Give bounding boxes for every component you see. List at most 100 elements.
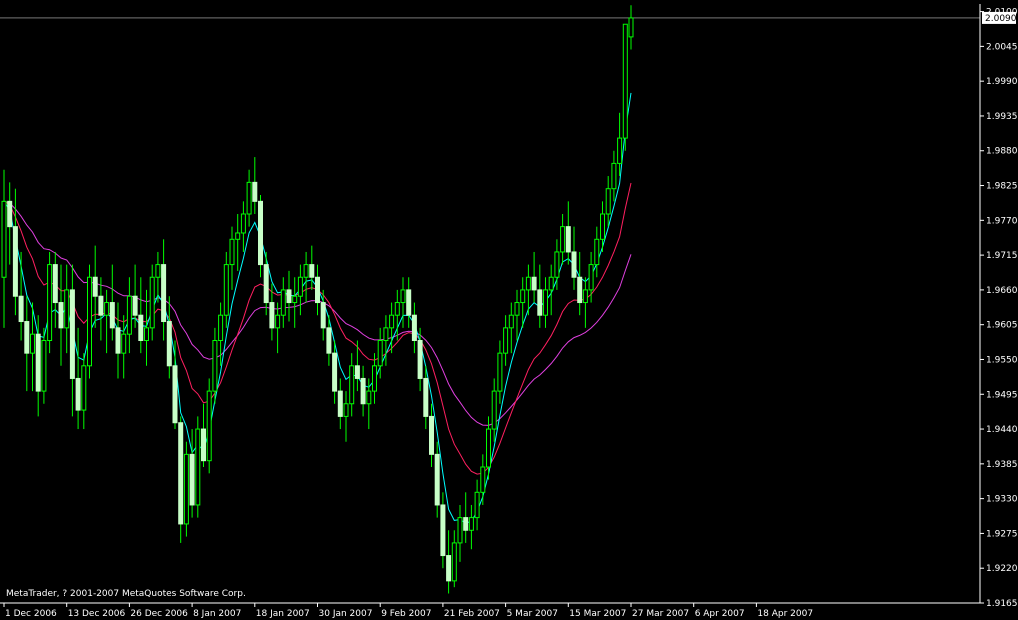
candle-body bbox=[548, 276, 554, 291]
candle-body bbox=[514, 302, 520, 316]
candle-body bbox=[263, 264, 269, 304]
candle-body bbox=[520, 289, 526, 304]
candle-body bbox=[377, 340, 383, 367]
candle-body bbox=[87, 276, 92, 367]
candle-body bbox=[417, 340, 423, 379]
candle-body bbox=[588, 264, 594, 291]
candle-body bbox=[577, 276, 583, 304]
time-tick-label: 18 Jan 2007 bbox=[256, 609, 310, 619]
candle-body bbox=[189, 453, 195, 506]
candle-body bbox=[605, 188, 611, 215]
candle-body bbox=[115, 327, 121, 354]
candle-body bbox=[172, 365, 178, 424]
candle-body bbox=[332, 352, 338, 392]
time-tick-label: 27 Mar 2007 bbox=[632, 609, 689, 619]
candle-body bbox=[383, 327, 389, 342]
candle-body bbox=[337, 390, 343, 417]
candle-body bbox=[366, 390, 372, 405]
candle-body bbox=[389, 314, 395, 329]
candle-body bbox=[565, 226, 571, 253]
price-tick-label: 1.9715 bbox=[986, 251, 1018, 261]
candle-body bbox=[155, 264, 161, 278]
price-tick-label: 1.9385 bbox=[986, 460, 1018, 470]
candle-body bbox=[560, 226, 566, 253]
price-tick-label: 1.9495 bbox=[986, 390, 1018, 400]
candle-body bbox=[617, 137, 623, 164]
candle-body bbox=[372, 365, 377, 392]
chart-window: 2.01002.00451.99901.99351.98801.98251.97… bbox=[0, 0, 1018, 620]
candle-body bbox=[229, 238, 235, 266]
candle-body bbox=[144, 327, 149, 342]
candle-body bbox=[400, 289, 406, 304]
candle-body bbox=[434, 453, 440, 506]
candle-body bbox=[149, 276, 155, 329]
time-tick-label: 30 Jan 2007 bbox=[319, 609, 373, 619]
candle-body bbox=[611, 162, 617, 190]
candle-body bbox=[497, 352, 503, 392]
time-tick-label: 6 Apr 2007 bbox=[695, 609, 745, 619]
candle-body bbox=[474, 491, 480, 519]
candle-body bbox=[594, 238, 600, 266]
candle-body bbox=[457, 517, 463, 544]
candlestick-chart: 2.01002.00451.99901.99351.98801.98251.97… bbox=[0, 0, 1018, 620]
candle-body bbox=[468, 517, 474, 531]
time-tick-label: 21 Feb 2007 bbox=[444, 609, 500, 619]
price-tick-label: 2.0045 bbox=[986, 42, 1018, 52]
candle-body bbox=[451, 542, 457, 582]
candle-body bbox=[286, 289, 292, 304]
price-tick-label: 1.9660 bbox=[986, 286, 1018, 296]
candle-body bbox=[64, 289, 70, 329]
candle-body bbox=[315, 276, 320, 304]
candle-body bbox=[258, 200, 263, 266]
candle-body bbox=[104, 302, 110, 316]
candle-body bbox=[12, 226, 18, 297]
candle-body bbox=[132, 295, 138, 316]
time-tick-label: 8 Jan 2007 bbox=[193, 609, 241, 619]
candle-body bbox=[166, 321, 172, 367]
candle-body bbox=[360, 377, 366, 405]
candle-body bbox=[269, 302, 275, 329]
candle-body bbox=[446, 555, 452, 582]
candle-body bbox=[292, 295, 298, 304]
candle-body bbox=[223, 264, 229, 316]
candle-body bbox=[525, 276, 531, 291]
candle-body bbox=[47, 264, 53, 342]
candle-body bbox=[297, 276, 303, 297]
candle-body bbox=[75, 377, 81, 411]
candle-body bbox=[491, 390, 497, 430]
candle-body bbox=[354, 365, 360, 379]
candle-body bbox=[212, 340, 218, 392]
candle-body bbox=[138, 314, 144, 342]
candle-body bbox=[349, 365, 355, 405]
time-tick-label: 9 Feb 2007 bbox=[381, 609, 431, 619]
candle-body bbox=[463, 517, 469, 531]
candle-body bbox=[206, 390, 212, 462]
candle-body bbox=[600, 213, 605, 240]
candle-body bbox=[235, 232, 241, 240]
price-tick-label: 1.9220 bbox=[986, 564, 1018, 574]
candle-body bbox=[201, 428, 206, 462]
candle-body bbox=[18, 295, 24, 323]
candle-body bbox=[503, 327, 509, 354]
time-tick-label: 26 Dec 2006 bbox=[130, 609, 188, 619]
candle-body bbox=[531, 276, 537, 291]
candle-body bbox=[429, 415, 434, 455]
price-tick-label: 1.9935 bbox=[986, 112, 1018, 122]
price-tick-label: 1.9880 bbox=[986, 147, 1018, 157]
candle-body bbox=[69, 289, 75, 379]
candle-body bbox=[480, 466, 486, 493]
candle-body bbox=[280, 289, 286, 316]
candle-body bbox=[218, 314, 224, 342]
candle-body bbox=[411, 314, 417, 342]
candle-body bbox=[622, 23, 628, 139]
price-tick-label: 1.9550 bbox=[986, 355, 1018, 365]
candle-body bbox=[326, 327, 332, 354]
price-tick-label: 1.9990 bbox=[986, 77, 1018, 87]
candle-body bbox=[246, 181, 252, 215]
candle-body bbox=[41, 340, 47, 392]
candle-body bbox=[394, 302, 400, 316]
price-tick-label: 1.9440 bbox=[986, 425, 1018, 435]
candle-body bbox=[24, 321, 30, 354]
candle-body bbox=[98, 295, 104, 316]
price-tick-label: 1.9605 bbox=[986, 321, 1018, 331]
